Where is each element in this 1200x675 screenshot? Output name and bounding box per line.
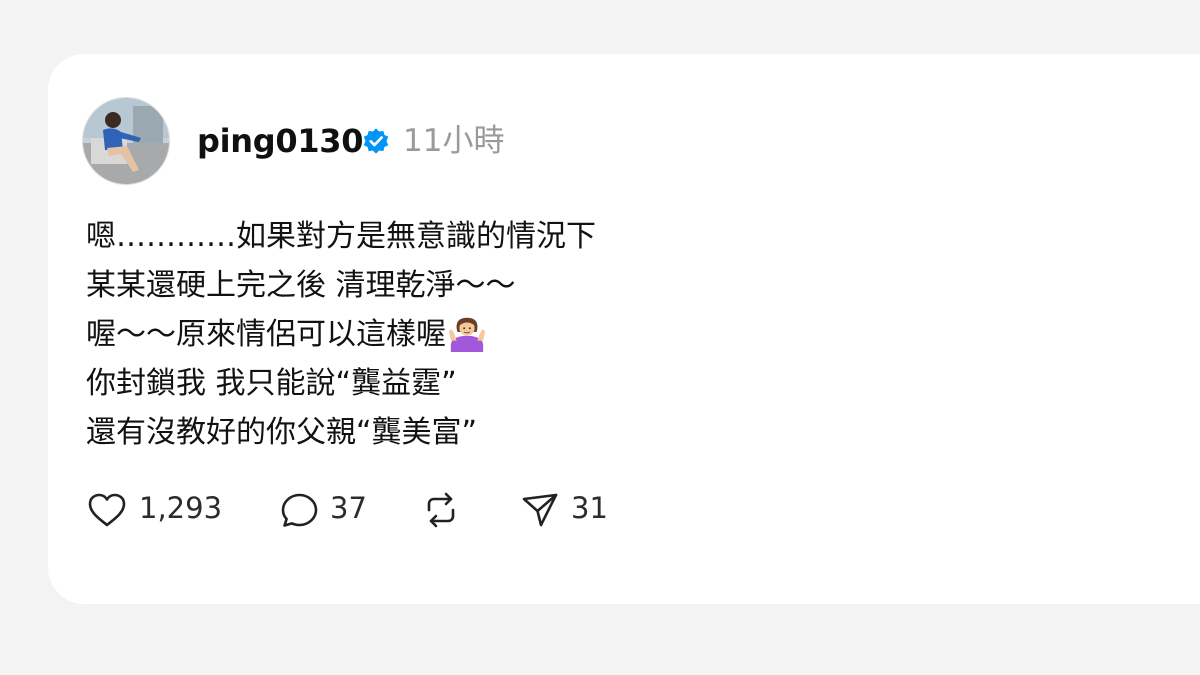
share-count: 31	[571, 491, 608, 525]
post-body: 嗯…………如果對方是無意識的情況下 某某還硬上完之後 清理乾淨～～ 喔～～原來情…	[86, 212, 596, 457]
post-line-text: 喔～～原來情侶可以這樣喔	[86, 317, 446, 352]
repost-icon[interactable]	[420, 490, 462, 530]
heart-icon[interactable]	[86, 490, 128, 530]
post-line: 嗯…………如果對方是無意識的情況下	[86, 219, 596, 254]
post-line: 某某還硬上完之後 清理乾淨～～	[86, 268, 516, 303]
send-icon[interactable]	[519, 490, 561, 530]
person-shrugging-emoji-icon	[448, 317, 486, 352]
like-count: 1,293	[139, 491, 223, 525]
post-line: 喔～～原來情侶可以這樣喔	[86, 310, 596, 359]
comment-count: 37	[330, 491, 367, 525]
avatar[interactable]	[82, 97, 170, 185]
post-line: 你封鎖我 我只能說“龔益霆”	[86, 366, 457, 401]
post-line: 還有沒教好的你父親“龔美富”	[86, 415, 478, 450]
comment-icon[interactable]	[279, 490, 321, 530]
username[interactable]: ping0130	[197, 119, 364, 163]
verified-badge-icon	[363, 128, 389, 154]
timestamp: 11小時	[403, 123, 505, 159]
